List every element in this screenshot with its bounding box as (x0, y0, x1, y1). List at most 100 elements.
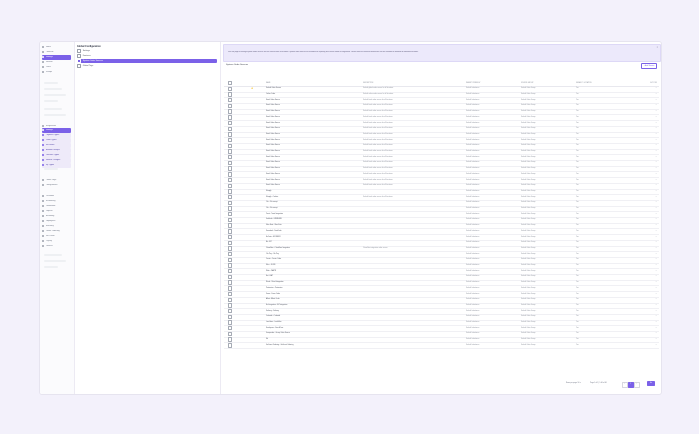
column-default[interactable]: DEFAULT / LOCATION (576, 81, 616, 86)
checkbox-box[interactable] (228, 223, 232, 228)
sidebar-item[interactable]: General (42, 60, 71, 65)
page-1-button[interactable]: 1 (628, 382, 634, 388)
sidebar-item[interactable]: Gift Cards (42, 234, 71, 239)
checkbox-box[interactable] (228, 280, 232, 285)
checkbox-box[interactable] (228, 212, 232, 217)
checkbox-box[interactable] (228, 160, 232, 166)
checkbox-box[interactable] (228, 269, 232, 274)
checkbox-box[interactable] (228, 234, 232, 240)
sidebar-item[interactable]: Marketing (42, 214, 71, 219)
sidebar-item[interactable]: Loyalty (42, 239, 71, 244)
sidebar-item[interactable]: Inventory (42, 224, 71, 229)
checkbox-box[interactable] (228, 257, 232, 263)
sidebar-item[interactable]: Discount Types (42, 153, 71, 158)
checkbox-box[interactable] (228, 143, 232, 149)
sidebar-item-label: Discount Types (45, 154, 60, 157)
config-item[interactable]: Features (77, 54, 217, 59)
checkbox-box[interactable] (228, 103, 232, 109)
sidebar-item[interactable]: Groups (42, 70, 71, 75)
config-item[interactable]: System Order Sources (77, 59, 217, 64)
sidebar-item[interactable]: Home (42, 45, 71, 50)
checkbox-box[interactable] (228, 120, 232, 126)
checkbox-box[interactable] (228, 206, 232, 211)
next-page-button[interactable]: › (634, 382, 640, 388)
checkbox-box[interactable] (228, 263, 232, 268)
checkbox-box[interactable] (228, 308, 232, 314)
checkbox-box[interactable] (228, 115, 232, 120)
checkbox-box[interactable] (228, 291, 232, 297)
config-item[interactable]: Settings (77, 49, 217, 54)
checkbox-box[interactable] (228, 303, 232, 308)
checkbox-box[interactable] (228, 172, 232, 177)
sidebar-item-label: Loyalty (45, 240, 52, 243)
checkbox-box[interactable] (228, 109, 232, 114)
checkbox-box[interactable] (228, 343, 232, 348)
sidebar-item[interactable]: Service Charges (42, 158, 71, 163)
checkbox-box[interactable] (228, 132, 232, 137)
checkbox-box[interactable] (228, 274, 232, 280)
column-name[interactable]: NAME (266, 81, 356, 86)
row-checkbox[interactable] (228, 343, 232, 349)
prev-page-button[interactable]: ‹ (622, 382, 628, 388)
sidebar-item[interactable]: Settings (42, 55, 71, 60)
checkbox-box[interactable] (228, 331, 232, 337)
sidebar-item-label: Locations (45, 195, 55, 198)
checkbox-box[interactable] (228, 200, 232, 206)
rows-per-page[interactable]: Rows per page: 50 ▾ (566, 383, 581, 384)
checkbox-box[interactable] (228, 194, 232, 200)
column-group[interactable]: SOURCE GROUP (521, 81, 571, 86)
more-actions-icon[interactable]: ⋯ (647, 343, 657, 349)
sidebar-item[interactable]: Settings (42, 128, 71, 133)
add-source-button[interactable]: + Add Source (641, 63, 657, 69)
table-row[interactable]: GoGuest Ordering - GoGuest Ordering Defau… (224, 343, 659, 350)
sidebar-item[interactable]: Dashboard (42, 204, 71, 209)
sidebar-item[interactable]: Accounting (42, 199, 71, 204)
checkbox-box[interactable] (228, 229, 232, 234)
checkbox-box[interactable] (228, 149, 232, 154)
sidebar-item[interactable]: Reports (42, 209, 71, 214)
checkbox-box[interactable] (228, 92, 232, 97)
checkbox-box[interactable] (228, 286, 232, 291)
sidebar-item-label: Payment Types (45, 134, 60, 137)
sidebar-item[interactable]: Order Types (42, 138, 71, 143)
sidebar-item[interactable]: Printer Logs (42, 178, 71, 183)
checkbox-box[interactable] (228, 155, 232, 160)
sidebar-item[interactable]: Products (42, 50, 71, 55)
sidebar-item[interactable]: Locations (42, 194, 71, 199)
sidebar-item[interactable]: Configuration (42, 183, 71, 188)
config-title: Global Configuration (77, 45, 101, 48)
sidebar-item[interactable]: Tax Rates (42, 143, 71, 148)
checkbox-box[interactable] (228, 166, 232, 171)
checkbox-box[interactable] (228, 86, 232, 92)
checkbox-box[interactable] (228, 337, 232, 342)
sidebar-item[interactable]: Devices (42, 244, 71, 249)
close-icon[interactable]: × (657, 46, 658, 49)
sidebar-item[interactable]: Online Ordering (42, 229, 71, 234)
config-item-label: System Order Sources (82, 60, 103, 63)
checkbox-box[interactable] (228, 240, 232, 245)
checkbox-box[interactable] (228, 177, 232, 183)
config-item[interactable]: Global Tags (77, 64, 217, 69)
sidebar-item[interactable]: Users (42, 65, 71, 70)
sidebar-item[interactable]: Employees (42, 219, 71, 224)
select-all-checkbox[interactable] (228, 81, 232, 86)
checkbox-box[interactable] (228, 251, 232, 257)
checkbox-box[interactable] (228, 189, 232, 194)
checkbox-box[interactable] (228, 183, 232, 188)
checkbox-box[interactable] (228, 297, 232, 302)
sidebar-item[interactable]: Payment Types (42, 133, 71, 138)
banner-text: Use this page to manage system order sou… (228, 51, 419, 53)
sidebar-item[interactable]: Tip Types (42, 163, 71, 168)
column-description[interactable]: DESCRIPTION (363, 81, 459, 86)
checkbox-box[interactable] (228, 314, 232, 320)
checkbox-box[interactable] (228, 320, 232, 325)
checkbox-box[interactable] (228, 246, 232, 251)
checkbox-box[interactable] (228, 217, 232, 223)
checkbox-box[interactable] (228, 98, 232, 103)
column-inherit[interactable]: INHERIT STRATEGY (466, 81, 516, 86)
checkbox-box[interactable] (228, 126, 232, 131)
checkbox-box[interactable] (228, 137, 232, 143)
checkbox-box[interactable] (228, 326, 232, 331)
go-button[interactable]: Go (647, 381, 655, 386)
sidebar-item[interactable]: Modifier Groups (42, 148, 71, 153)
